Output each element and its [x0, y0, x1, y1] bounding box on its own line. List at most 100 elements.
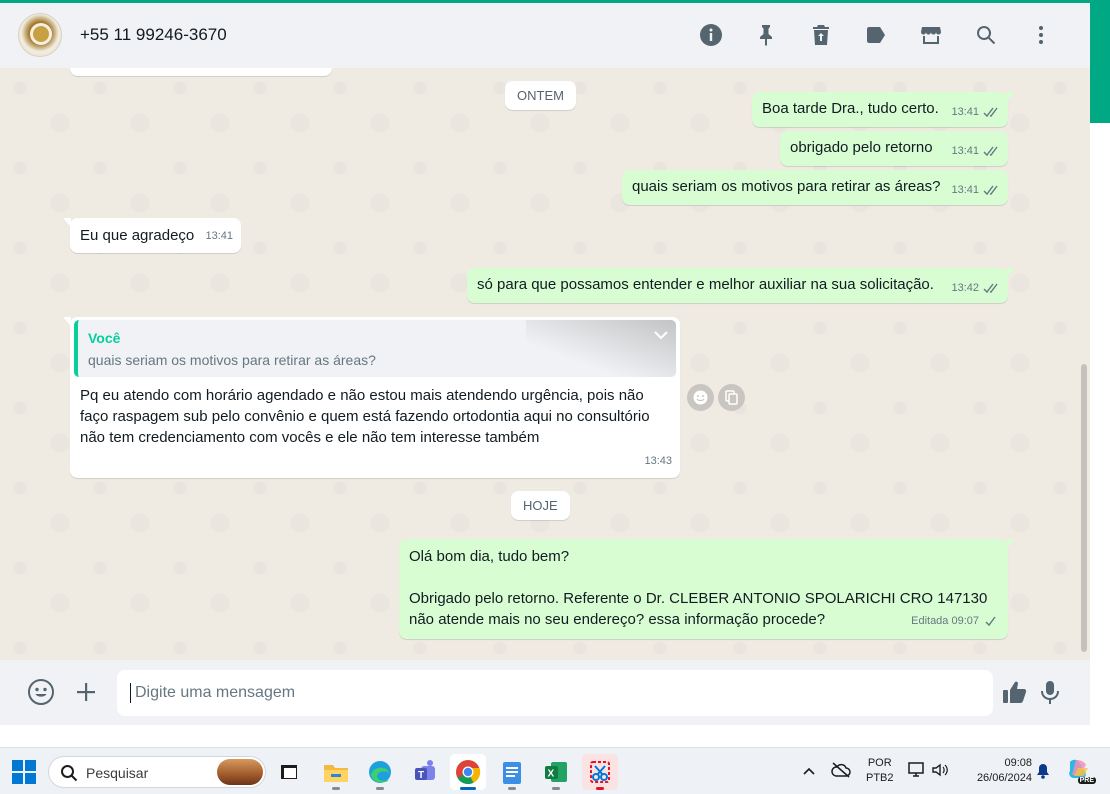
menu-icon[interactable] [1013, 19, 1068, 51]
teams-icon: T [415, 760, 435, 781]
date-chip-yesterday: ONTEM [505, 81, 576, 110]
thumbs-up-icon[interactable] [1001, 678, 1029, 706]
emoji-icon[interactable] [27, 678, 55, 706]
incoming-reply-message[interactable]: Você quais seriam os motivos para retira… [63, 317, 680, 478]
task-view-app[interactable] [272, 754, 308, 790]
copilot-badge: PRE [1077, 777, 1096, 784]
chat-scrollbar[interactable] [1081, 364, 1087, 652]
chrome-app[interactable] [450, 754, 486, 790]
outgoing-message[interactable]: quais seriam os motivos para retirar as … [622, 170, 1008, 205]
message-meta: 13:42 [951, 278, 1000, 299]
message-text: obrigado pelo retorno [790, 139, 933, 156]
running-indicator [332, 787, 340, 790]
incoming-message[interactable]: Eu que agradeço 13:41 [63, 218, 241, 253]
quote-text: quais seriam os motivos para retirar as … [88, 352, 376, 368]
message-time: 13:42 [951, 282, 979, 294]
message-time: 13:41 [205, 230, 233, 242]
message-meta: 13:41 [951, 141, 1000, 162]
search-icon[interactable] [958, 19, 1013, 51]
copy-icon [725, 390, 738, 405]
outgoing-message[interactable]: Boa tarde Dra., tudo certo. 13:41 [752, 92, 1015, 127]
message-list[interactable]: ONTEM Boa tarde Dra., tudo certo. 13:41 … [0, 68, 1090, 660]
language-indicator[interactable]: POR PTB2 [866, 756, 894, 786]
double-check-icon [983, 107, 998, 118]
copilot-app[interactable]: PRE [1066, 758, 1096, 784]
header-actions [683, 19, 1068, 51]
plus-icon[interactable] [72, 678, 100, 706]
message-time: Editada 09:07 [911, 615, 979, 627]
double-check-icon [983, 146, 998, 157]
cloud-off-icon[interactable] [831, 761, 851, 779]
outgoing-message[interactable]: Olá bom dia, tudo bem? Obrigado pelo ret… [399, 539, 1015, 639]
teams-app[interactable]: T [407, 754, 443, 790]
running-indicator [376, 787, 384, 790]
search-highlight-image [217, 759, 263, 785]
windows-taskbar: Pesquisar T X POR PTB2 09:08 26/06/2024 … [0, 747, 1110, 794]
message-text: Eu que agradeço [80, 227, 195, 244]
edge-app[interactable] [362, 754, 398, 790]
outgoing-message[interactable]: só para que possamos entender e melhor a… [467, 268, 1015, 303]
message-text: Pq eu atendo com horário agendado e não … [80, 387, 650, 446]
task-view-icon [281, 765, 297, 779]
clock[interactable]: 09:08 26/06/2024 [962, 756, 1032, 786]
check-icon [985, 616, 996, 627]
file-explorer-app[interactable] [318, 754, 354, 790]
message-meta: 13:41 [951, 102, 1000, 123]
label-icon[interactable] [848, 19, 903, 51]
info-icon[interactable] [683, 19, 738, 51]
quote-author: Você [88, 330, 121, 346]
clock-time: 09:08 [1004, 757, 1032, 769]
windows-start-icon[interactable] [12, 760, 36, 784]
notepad-icon [503, 762, 521, 784]
chevron-up-icon[interactable] [802, 764, 816, 778]
snipping-tool-icon [590, 761, 610, 783]
language-code: POR [867, 757, 892, 769]
svg-text:T: T [418, 770, 424, 781]
search-icon [61, 765, 78, 782]
network-icon[interactable] [907, 761, 927, 779]
store-icon[interactable] [903, 19, 958, 51]
pin-icon[interactable] [738, 19, 793, 51]
chevron-down-icon[interactable] [652, 326, 670, 344]
message-text: quais seriam os motivos para retirar as … [632, 178, 941, 195]
double-check-icon [983, 185, 998, 196]
reaction-button[interactable] [687, 384, 714, 411]
contact-avatar[interactable] [18, 13, 62, 57]
excel-icon: X [545, 762, 567, 782]
notification-bell-icon[interactable] [1035, 762, 1051, 780]
taskbar-search[interactable]: Pesquisar [48, 756, 266, 788]
search-label: Pesquisar [86, 765, 149, 781]
notepad-app[interactable] [494, 754, 530, 790]
message-input[interactable] [117, 670, 993, 716]
running-indicator [552, 787, 560, 790]
keyboard-layout: PTB2 [866, 772, 894, 784]
message-text: Boa tarde Dra., tudo certo. [762, 100, 939, 117]
running-indicator [460, 787, 476, 790]
svg-text:X: X [548, 769, 555, 780]
message-time: 13:43 [644, 455, 672, 467]
message-meta: 13:41 [205, 226, 233, 247]
message-meta: Editada 09:07 [911, 611, 1000, 632]
chat-header: +55 11 99246-3670 [0, 3, 1090, 68]
contact-name[interactable]: +55 11 99246-3670 [80, 25, 227, 45]
message-time: 13:41 [951, 106, 979, 118]
volume-icon[interactable] [931, 761, 949, 779]
emoji-icon [693, 390, 708, 405]
clock-date: 26/06/2024 [976, 772, 1032, 784]
running-indicator [508, 787, 516, 790]
chrome-icon [456, 760, 481, 785]
delete-icon[interactable] [793, 19, 848, 51]
outgoing-message[interactable]: obrigado pelo retorno 13:41 [780, 131, 1008, 166]
excel-app[interactable]: X [538, 754, 574, 790]
date-chip-today: HOJE [511, 491, 570, 520]
message-greeting: Olá bom dia, tudo bem? [409, 548, 570, 565]
folder-icon [324, 765, 348, 782]
message-meta: 13:43 [644, 451, 672, 472]
snipping-tool-app[interactable] [582, 754, 618, 790]
microphone-icon[interactable] [1036, 678, 1064, 706]
running-indicator [596, 787, 604, 790]
text-caret [130, 683, 131, 703]
double-check-icon [983, 283, 998, 294]
quoted-message[interactable]: Você quais seriam os motivos para retira… [74, 320, 676, 377]
copy-button[interactable] [718, 384, 745, 411]
